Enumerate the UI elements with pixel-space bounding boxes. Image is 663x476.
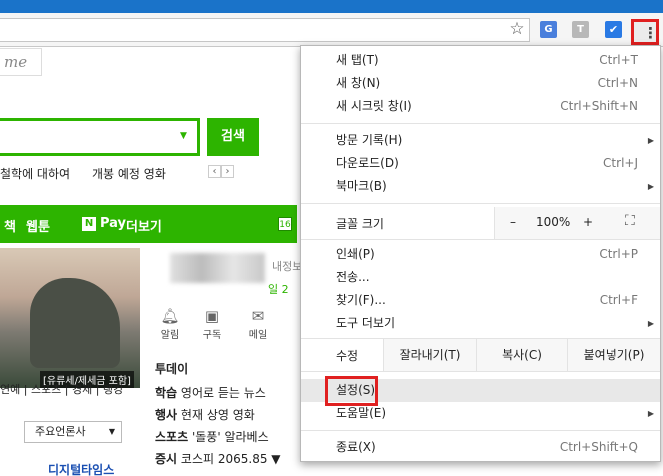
related-search-link[interactable]: 개봉 예정 영화 — [92, 165, 166, 182]
mountain-image — [30, 278, 120, 368]
ad-banner[interactable]: [유류세/제세금 포함] — [0, 248, 140, 388]
menu-item-bookmarks[interactable]: 북마크(B) ▶ — [301, 175, 660, 198]
news-item[interactable]: 증시 코스피 2065.85 ▼ — [155, 450, 281, 467]
zoom-out-button[interactable]: – — [510, 215, 516, 229]
translate-extension-icon[interactable]: G — [540, 21, 557, 38]
chevron-down-icon: ▼ — [108, 427, 115, 436]
quick-icons: 🔔︎ 알림 ▣ 구독 ✉ 메일 — [155, 306, 300, 346]
menu-divider — [301, 203, 660, 204]
zoom-in-button[interactable]: + — [583, 215, 593, 229]
npay-logo-icon: N — [82, 217, 96, 231]
related-pager: ‹ › — [208, 165, 234, 178]
news-item[interactable]: 학습 영어로 듣는 뉴스 — [155, 384, 266, 401]
alarm-shortcut[interactable]: 🔔︎ 알림 — [155, 306, 185, 341]
search-dropdown-icon[interactable]: ▼ — [180, 131, 187, 141]
menu-item-new-window[interactable]: 새 창(N) Ctrl+N — [301, 72, 660, 95]
subscribe-shortcut[interactable]: ▣ 구독 — [197, 306, 227, 341]
paste-button[interactable]: 붙여넣기(P) — [567, 339, 660, 371]
checkmark-extension-icon[interactable]: ✔ — [605, 21, 622, 38]
search-input[interactable] — [0, 118, 200, 156]
submenu-arrow-icon: ▶ — [647, 136, 654, 145]
news-section-tabs[interactable]: 연예 | 스포츠 | 경제 | 랭킹 — [0, 381, 123, 397]
chrome-main-menu: 새 탭(T) Ctrl+T 새 창(N) Ctrl+N 새 시크릿 창(I) Ctrl… — [300, 45, 661, 462]
side-count: 일 2 — [268, 283, 289, 296]
nav-item-book[interactable]: 책 — [4, 216, 16, 235]
news-item[interactable]: 스포츠 '돌풍' 알라베스 — [155, 428, 269, 445]
me-tab[interactable]: me — [0, 48, 42, 76]
zoom-controls: – 100% + ⛶ — [494, 207, 660, 239]
submenu-arrow-icon: ▶ — [647, 319, 654, 328]
menu-item-incognito[interactable]: 새 시크릿 창(I) Ctrl+Shift+N — [301, 95, 660, 118]
menu-divider — [301, 371, 660, 372]
menu-divider — [301, 430, 660, 431]
copy-button[interactable]: 복사(C) — [476, 339, 567, 371]
menu-item-new-tab[interactable]: 새 탭(T) Ctrl+T — [301, 49, 660, 72]
submenu-arrow-icon: ▶ — [647, 409, 654, 418]
zoom-level: 100% — [536, 215, 571, 229]
news-item[interactable]: 행사 현재 상영 영화 — [155, 406, 255, 423]
menu-item-print[interactable]: 인쇄(P) Ctrl+P — [301, 243, 660, 266]
cut-button[interactable]: 잘라내기(T) — [383, 339, 476, 371]
blurred-user-info — [170, 253, 265, 283]
service-nav-bar: 책 웹툰 N Pay 더보기 16 — [0, 205, 297, 243]
mail-icon: ✉ — [251, 307, 265, 325]
prev-icon[interactable]: ‹ — [208, 165, 221, 178]
submenu-arrow-icon: ▶ — [647, 182, 654, 191]
nav-item-webtoon[interactable]: 웹툰 — [26, 216, 50, 235]
press-logo[interactable]: 디지털타임스 — [48, 461, 114, 476]
fullscreen-icon[interactable]: ⛶ — [625, 213, 635, 229]
bell-icon: 🔔︎ — [160, 307, 180, 325]
menu-divider — [301, 239, 660, 240]
today-heading: 투데이 — [155, 362, 189, 376]
next-icon[interactable]: › — [221, 165, 234, 178]
count-badge: 16 — [278, 217, 292, 231]
t-extension-icon[interactable]: T — [572, 21, 589, 38]
menu-edit-row: 수정 잘라내기(T) 복사(C) 붙여넣기(P) — [301, 339, 660, 371]
nav-item-more[interactable]: 더보기 — [126, 216, 162, 235]
star-icon[interactable]: ☆ — [507, 19, 527, 39]
chrome-menu-button[interactable]: ⋮ — [631, 19, 659, 45]
related-search-link[interactable]: 철학에 대하여 — [0, 165, 70, 182]
search-button[interactable]: 검색 — [207, 118, 259, 156]
menu-item-exit[interactable]: 종료(X) Ctrl+Shift+Q — [301, 436, 660, 459]
menu-item-more-tools[interactable]: 도구 더보기 ▶ — [301, 312, 660, 335]
menu-divider — [301, 123, 660, 124]
menu-item-cast[interactable]: 전송... — [301, 266, 660, 289]
my-info-link[interactable]: 내정보 — [272, 258, 302, 274]
zoom-label: 글꼴 크기 — [336, 217, 384, 231]
more-vert-icon: ⋮ — [643, 24, 658, 42]
window-titlebar — [0, 0, 663, 13]
menu-item-find[interactable]: 찾기(F)... Ctrl+F — [301, 289, 660, 312]
menu-item-downloads[interactable]: 다운로드(D) Ctrl+J — [301, 152, 660, 175]
menu-item-history[interactable]: 방문 기록(H) ▶ — [301, 129, 660, 152]
edit-label: 수정 — [336, 349, 359, 363]
press-select[interactable]: 주요언론사 ▼ — [24, 421, 122, 443]
menu-item-help[interactable]: 도움말(E) ▶ — [301, 402, 660, 425]
address-bar[interactable] — [0, 18, 530, 42]
mail-shortcut[interactable]: ✉ 메일 — [243, 306, 273, 341]
nav-item-pay[interactable]: N Pay — [82, 216, 126, 231]
menu-zoom-row: 글꼴 크기 – 100% + ⛶ — [301, 207, 660, 239]
subscribe-icon: ▣ — [204, 307, 220, 325]
